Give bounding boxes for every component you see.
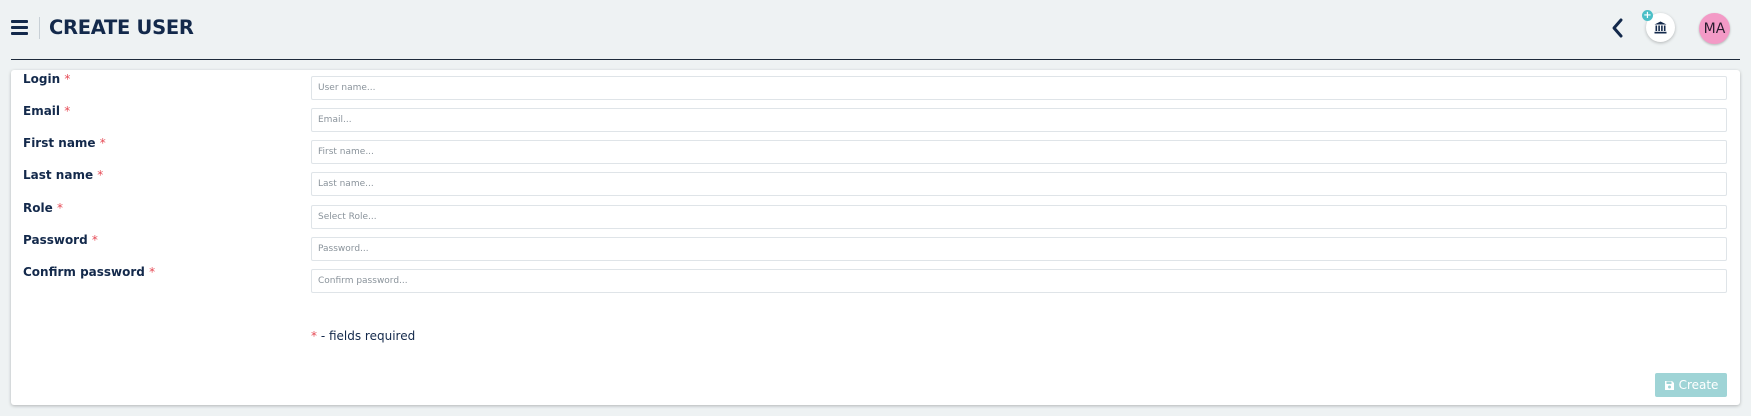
page-title: CREATE USER: [49, 16, 194, 39]
login-label: Login *: [23, 72, 71, 86]
bank-icon: [1654, 21, 1667, 34]
create-button-label: Create: [1678, 378, 1719, 392]
first-name-input[interactable]: [311, 140, 1727, 164]
create-button[interactable]: Create: [1655, 373, 1727, 397]
confirm-password-label: Confirm password *: [23, 265, 156, 279]
form-row-email: Email *: [11, 102, 1740, 132]
form-row-last-name: Last name *: [11, 166, 1740, 196]
first-name-label: First name *: [23, 136, 106, 150]
floppy-disk-icon: [1664, 380, 1674, 390]
form-row-login: Login *: [11, 70, 1740, 100]
create-user-form: Login * Email * First name * Last name *…: [11, 70, 1740, 405]
form-row-first-name: First name *: [11, 134, 1740, 164]
role-label: Role *: [23, 201, 63, 215]
chevron-left-icon[interactable]: [1608, 17, 1628, 39]
user-avatar[interactable]: MA: [1699, 13, 1730, 44]
form-row-role: Role *: [11, 199, 1740, 229]
last-name-label: Last name *: [23, 168, 104, 182]
confirm-password-input[interactable]: [311, 269, 1727, 293]
form-row-password: Password *: [11, 231, 1740, 261]
role-select[interactable]: [311, 205, 1727, 229]
email-input[interactable]: [311, 108, 1727, 132]
password-input[interactable]: [311, 237, 1727, 261]
password-label: Password *: [23, 233, 98, 247]
add-badge: +: [1642, 10, 1653, 21]
bank-button[interactable]: +: [1642, 10, 1675, 42]
hamburger-menu-icon[interactable]: [11, 20, 28, 35]
page-header: CREATE USER + MA: [11, 0, 1740, 60]
form-row-confirm-password: Confirm password *: [11, 263, 1740, 293]
required-fields-note: * - fields required: [311, 329, 416, 343]
login-input[interactable]: [311, 76, 1727, 100]
header-divider: [39, 17, 40, 39]
last-name-input[interactable]: [311, 172, 1727, 196]
email-label: Email *: [23, 104, 71, 118]
